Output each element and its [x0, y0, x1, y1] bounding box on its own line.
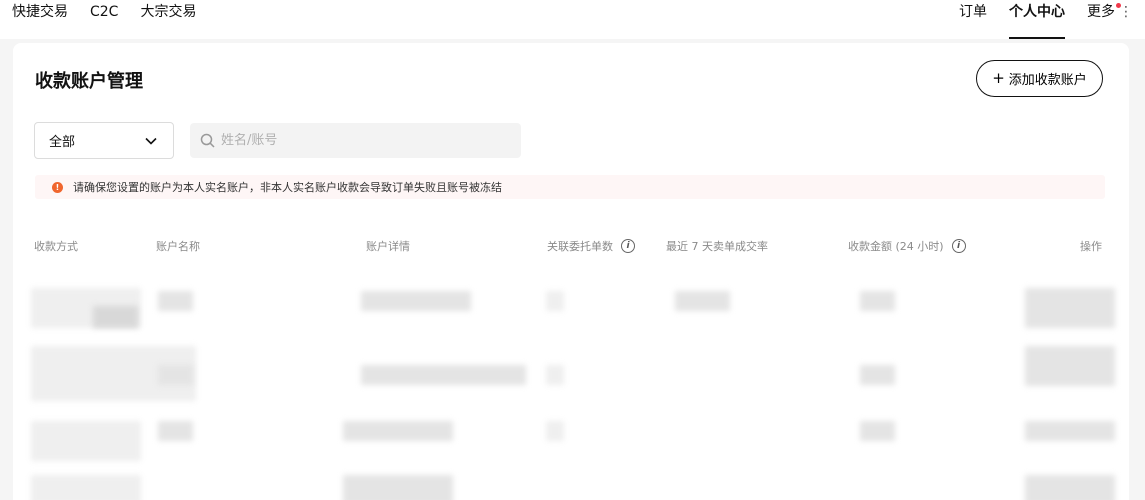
- redacted-cell: [31, 475, 141, 500]
- nav-orders[interactable]: 订单: [959, 3, 987, 21]
- nav-quick-trade[interactable]: 快捷交易: [12, 3, 68, 21]
- warning-notice: ! 请确保您设置的账户为本人实名账户，非本人实名账户收款会导致订单失败且账号被冻…: [35, 175, 1105, 199]
- col-account-details: 账户详情: [366, 238, 410, 254]
- col-sell-rate: 最近 7 天卖单成交率: [666, 238, 768, 254]
- redacted-cell: [1025, 288, 1115, 328]
- redacted-cell: [546, 291, 564, 311]
- redacted-cell: [361, 291, 471, 311]
- col-label: 账户详情: [366, 240, 410, 253]
- select-value: 全部: [49, 135, 76, 150]
- redacted-cell: [343, 475, 453, 500]
- redacted-cell: [1025, 475, 1115, 500]
- redacted-cell: [860, 365, 895, 385]
- col-label: 关联委托单数: [547, 240, 613, 253]
- redacted-cell: [546, 421, 564, 441]
- col-payment-method: 收款方式: [34, 238, 78, 254]
- redacted-cell: [343, 421, 453, 441]
- redacted-cell: [93, 306, 138, 328]
- account-type-select[interactable]: 全部: [34, 122, 174, 159]
- plus-icon: +: [992, 69, 1005, 87]
- notice-text: 请确保您设置的账户为本人实名账户，非本人实名账户收款会导致订单失败且账号被冻结: [73, 181, 502, 194]
- add-payment-account-button[interactable]: + 添加收款账户: [976, 60, 1103, 97]
- add-button-label: 添加收款账户: [1008, 73, 1087, 88]
- nav-c2c[interactable]: C2C: [90, 3, 118, 21]
- col-received-amount: 收款金额 (24 小时) i: [848, 238, 966, 254]
- search-input[interactable]: [221, 133, 501, 148]
- redacted-cell: [546, 365, 564, 385]
- col-account-name: 账户名称: [156, 238, 200, 254]
- warning-icon: !: [52, 181, 63, 193]
- redacted-cell: [158, 291, 193, 311]
- nav-block-trade[interactable]: 大宗交易: [140, 3, 196, 21]
- search-icon: [200, 133, 215, 148]
- col-linked-orders: 关联委托单数 i: [547, 238, 635, 254]
- col-actions: 操作: [1080, 238, 1102, 254]
- col-label: 收款方式: [34, 240, 78, 253]
- search-box[interactable]: [190, 123, 521, 158]
- nav-more[interactable]: 更多: [1087, 3, 1121, 21]
- col-label: 操作: [1080, 240, 1102, 253]
- kebab-menu-icon[interactable]: ⋮: [1119, 4, 1133, 20]
- nav-personal-center[interactable]: 个人中心: [1009, 3, 1065, 39]
- redacted-cell: [31, 421, 141, 461]
- redacted-cell: [158, 365, 193, 385]
- col-label: 收款金额 (24 小时): [848, 240, 944, 253]
- redacted-cell: [1025, 346, 1115, 386]
- redacted-cell: [158, 421, 193, 441]
- redacted-cell: [860, 291, 895, 311]
- nav-left: 快捷交易 C2C 大宗交易: [12, 3, 196, 21]
- col-label: 账户名称: [156, 240, 200, 253]
- info-icon[interactable]: i: [951, 239, 966, 253]
- top-nav: 快捷交易 C2C 大宗交易 订单 个人中心 更多 ⋮: [0, 0, 1145, 39]
- col-label: 最近 7 天卖单成交率: [666, 240, 768, 253]
- chevron-down-icon: [145, 137, 157, 145]
- nav-right: 订单 个人中心 更多: [959, 3, 1121, 39]
- redacted-cell: [860, 421, 895, 441]
- info-icon[interactable]: i: [621, 239, 635, 253]
- redacted-cell: [675, 291, 730, 311]
- payment-accounts-card: 收款账户管理 + 添加收款账户 全部 ! 请确保您设置的账户为本人实名账户，非本…: [13, 43, 1129, 500]
- nav-more-label: 更多: [1087, 4, 1115, 20]
- redacted-cell: [1025, 421, 1115, 441]
- redacted-cell: [361, 365, 526, 385]
- page-title: 收款账户管理: [35, 71, 143, 92]
